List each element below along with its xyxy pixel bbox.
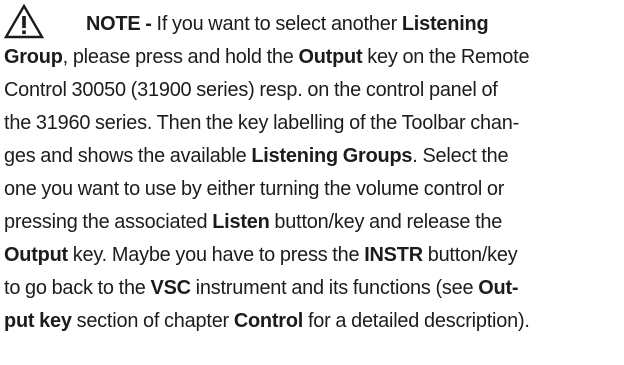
note-line: ges and shows the available Listening Gr… [4, 140, 624, 173]
warning-triangle-icon [4, 4, 44, 39]
emphasized-term: Out- [478, 277, 519, 299]
note-text-segment: for a detailed description). [303, 310, 530, 332]
note-text-segment: If you want to select another [151, 13, 402, 35]
note-line: to go back to the VSC instrument and its… [4, 272, 624, 305]
emphasized-term: Output [298, 46, 363, 68]
note-text-segment: , please press and hold the [62, 46, 299, 68]
note-line: Group, please press and hold the Output … [4, 41, 624, 74]
note-block: NOTE - If you want to select another Lis… [4, 4, 624, 338]
note-text-segment: Control 30050 (31900 series) resp. on th… [4, 79, 498, 101]
note-line: one you want to use by either turning th… [4, 173, 624, 206]
note-text-segment: . Select the [412, 145, 509, 167]
emphasized-term: Group [4, 46, 63, 68]
note-text-segment: ges and shows the available [4, 145, 252, 167]
emphasized-term: Listening [401, 13, 489, 35]
emphasized-term: VSC [150, 277, 192, 299]
note-line: NOTE - If you want to select another Lis… [4, 4, 624, 41]
note-text-segment: pressing the associated [4, 211, 213, 233]
note-line: the 31960 series. Then the key labelling… [4, 107, 624, 140]
note-line: Output key. Maybe you have to press the … [4, 239, 624, 272]
note-line: put key section of chapter Control for a… [4, 305, 624, 338]
note-line: pressing the associated Listen button/ke… [4, 206, 624, 239]
note-text-segment: to go back to the [4, 277, 151, 299]
emphasized-term: Output [4, 244, 68, 266]
note-text: NOTE - If you want to select another Lis… [4, 4, 624, 338]
note-text-segment: the 31960 series. Then the key labelling… [4, 112, 520, 134]
emphasized-term: INSTR [364, 244, 423, 266]
note-text-segment: one you want to use by either turning th… [4, 178, 505, 200]
note-text-segment: button/key and release the [269, 211, 503, 233]
note-label: NOTE - [86, 13, 152, 35]
note-text-segment: section of chapter [71, 310, 234, 332]
note-text-segment: key. Maybe you have to press the [67, 244, 365, 266]
note-text-segment: key on the Remote [362, 46, 530, 68]
note-text-segment: button/key [422, 244, 518, 266]
emphasized-term: Listening Groups [251, 145, 413, 167]
note-text-segment: instrument and its functions (see [190, 277, 479, 299]
emphasized-term: Control [233, 310, 304, 332]
emphasized-term: put key [4, 310, 72, 332]
emphasized-term: Listen [212, 211, 270, 233]
note-line: Control 30050 (31900 series) resp. on th… [4, 74, 624, 107]
